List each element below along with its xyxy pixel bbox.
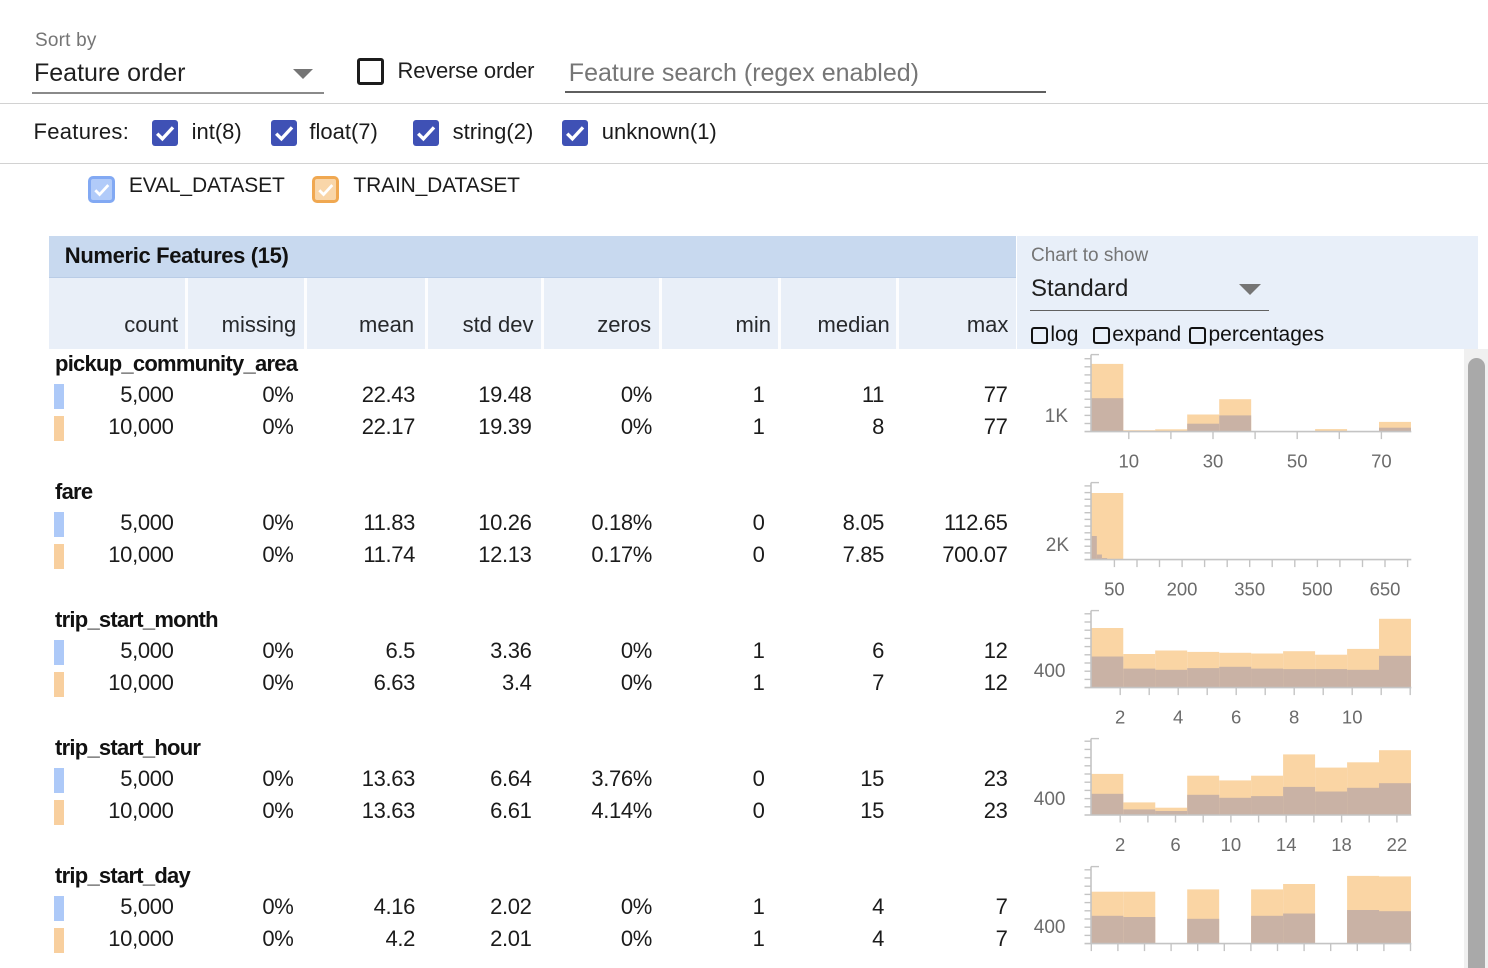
svg-text:50: 50 xyxy=(1104,579,1125,600)
svg-text:1K: 1K xyxy=(1045,406,1069,427)
svg-text:400: 400 xyxy=(1034,917,1066,938)
svg-text:4: 4 xyxy=(1173,707,1183,728)
svg-text:6: 6 xyxy=(1170,834,1180,855)
svg-text:2K: 2K xyxy=(1046,535,1070,556)
svg-text:2: 2 xyxy=(1115,834,1125,855)
svg-text:50: 50 xyxy=(1287,451,1308,472)
svg-text:22: 22 xyxy=(1387,834,1408,855)
svg-text:10: 10 xyxy=(1221,834,1242,855)
svg-text:350: 350 xyxy=(1234,579,1265,600)
svg-text:10: 10 xyxy=(1119,451,1140,472)
svg-text:2: 2 xyxy=(1115,707,1125,728)
svg-text:8: 8 xyxy=(1289,707,1299,728)
svg-text:10: 10 xyxy=(1342,707,1363,728)
svg-text:650: 650 xyxy=(1370,579,1401,600)
svg-text:6: 6 xyxy=(1231,707,1241,728)
svg-text:70: 70 xyxy=(1371,451,1392,472)
svg-text:18: 18 xyxy=(1331,834,1352,855)
svg-text:500: 500 xyxy=(1302,579,1333,600)
svg-text:30: 30 xyxy=(1203,451,1224,472)
svg-text:200: 200 xyxy=(1167,579,1198,600)
svg-text:400: 400 xyxy=(1034,789,1066,810)
svg-text:14: 14 xyxy=(1276,834,1297,855)
svg-text:400: 400 xyxy=(1034,661,1066,682)
